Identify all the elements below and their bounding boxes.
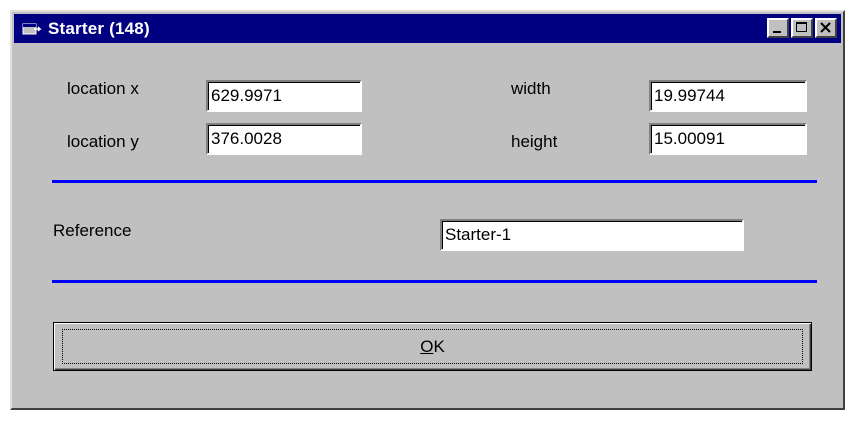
location-x-label: location x bbox=[67, 79, 139, 98]
title-bar[interactable]: Starter (148) bbox=[14, 14, 841, 43]
location-y-label: location y bbox=[67, 132, 139, 151]
maximize-button[interactable] bbox=[791, 18, 813, 38]
height-field[interactable] bbox=[649, 123, 807, 155]
close-icon bbox=[820, 22, 831, 33]
app-window-icon bbox=[22, 21, 42, 37]
separator-line bbox=[52, 180, 817, 183]
reference-label: Reference bbox=[53, 221, 132, 240]
ok-button-label: OK bbox=[420, 337, 445, 357]
height-label: height bbox=[511, 132, 558, 151]
separator-line bbox=[52, 280, 817, 283]
ok-mnemonic: O bbox=[420, 336, 434, 356]
minimize-icon bbox=[773, 31, 781, 33]
starter-dialog-window: Starter (148) location x width bbox=[10, 10, 845, 410]
ok-button[interactable]: OK bbox=[53, 322, 812, 371]
maximize-icon bbox=[796, 22, 807, 32]
location-y-field[interactable] bbox=[206, 123, 362, 155]
location-x-field[interactable] bbox=[206, 80, 362, 112]
minimize-button[interactable] bbox=[767, 18, 789, 38]
width-label: width bbox=[511, 79, 551, 98]
window-title: Starter (148) bbox=[48, 18, 150, 38]
close-button[interactable] bbox=[815, 18, 837, 38]
reference-field[interactable] bbox=[440, 219, 744, 251]
title-bar-controls bbox=[765, 18, 837, 38]
width-field[interactable] bbox=[649, 80, 807, 112]
ok-label-rest: K bbox=[433, 336, 445, 356]
